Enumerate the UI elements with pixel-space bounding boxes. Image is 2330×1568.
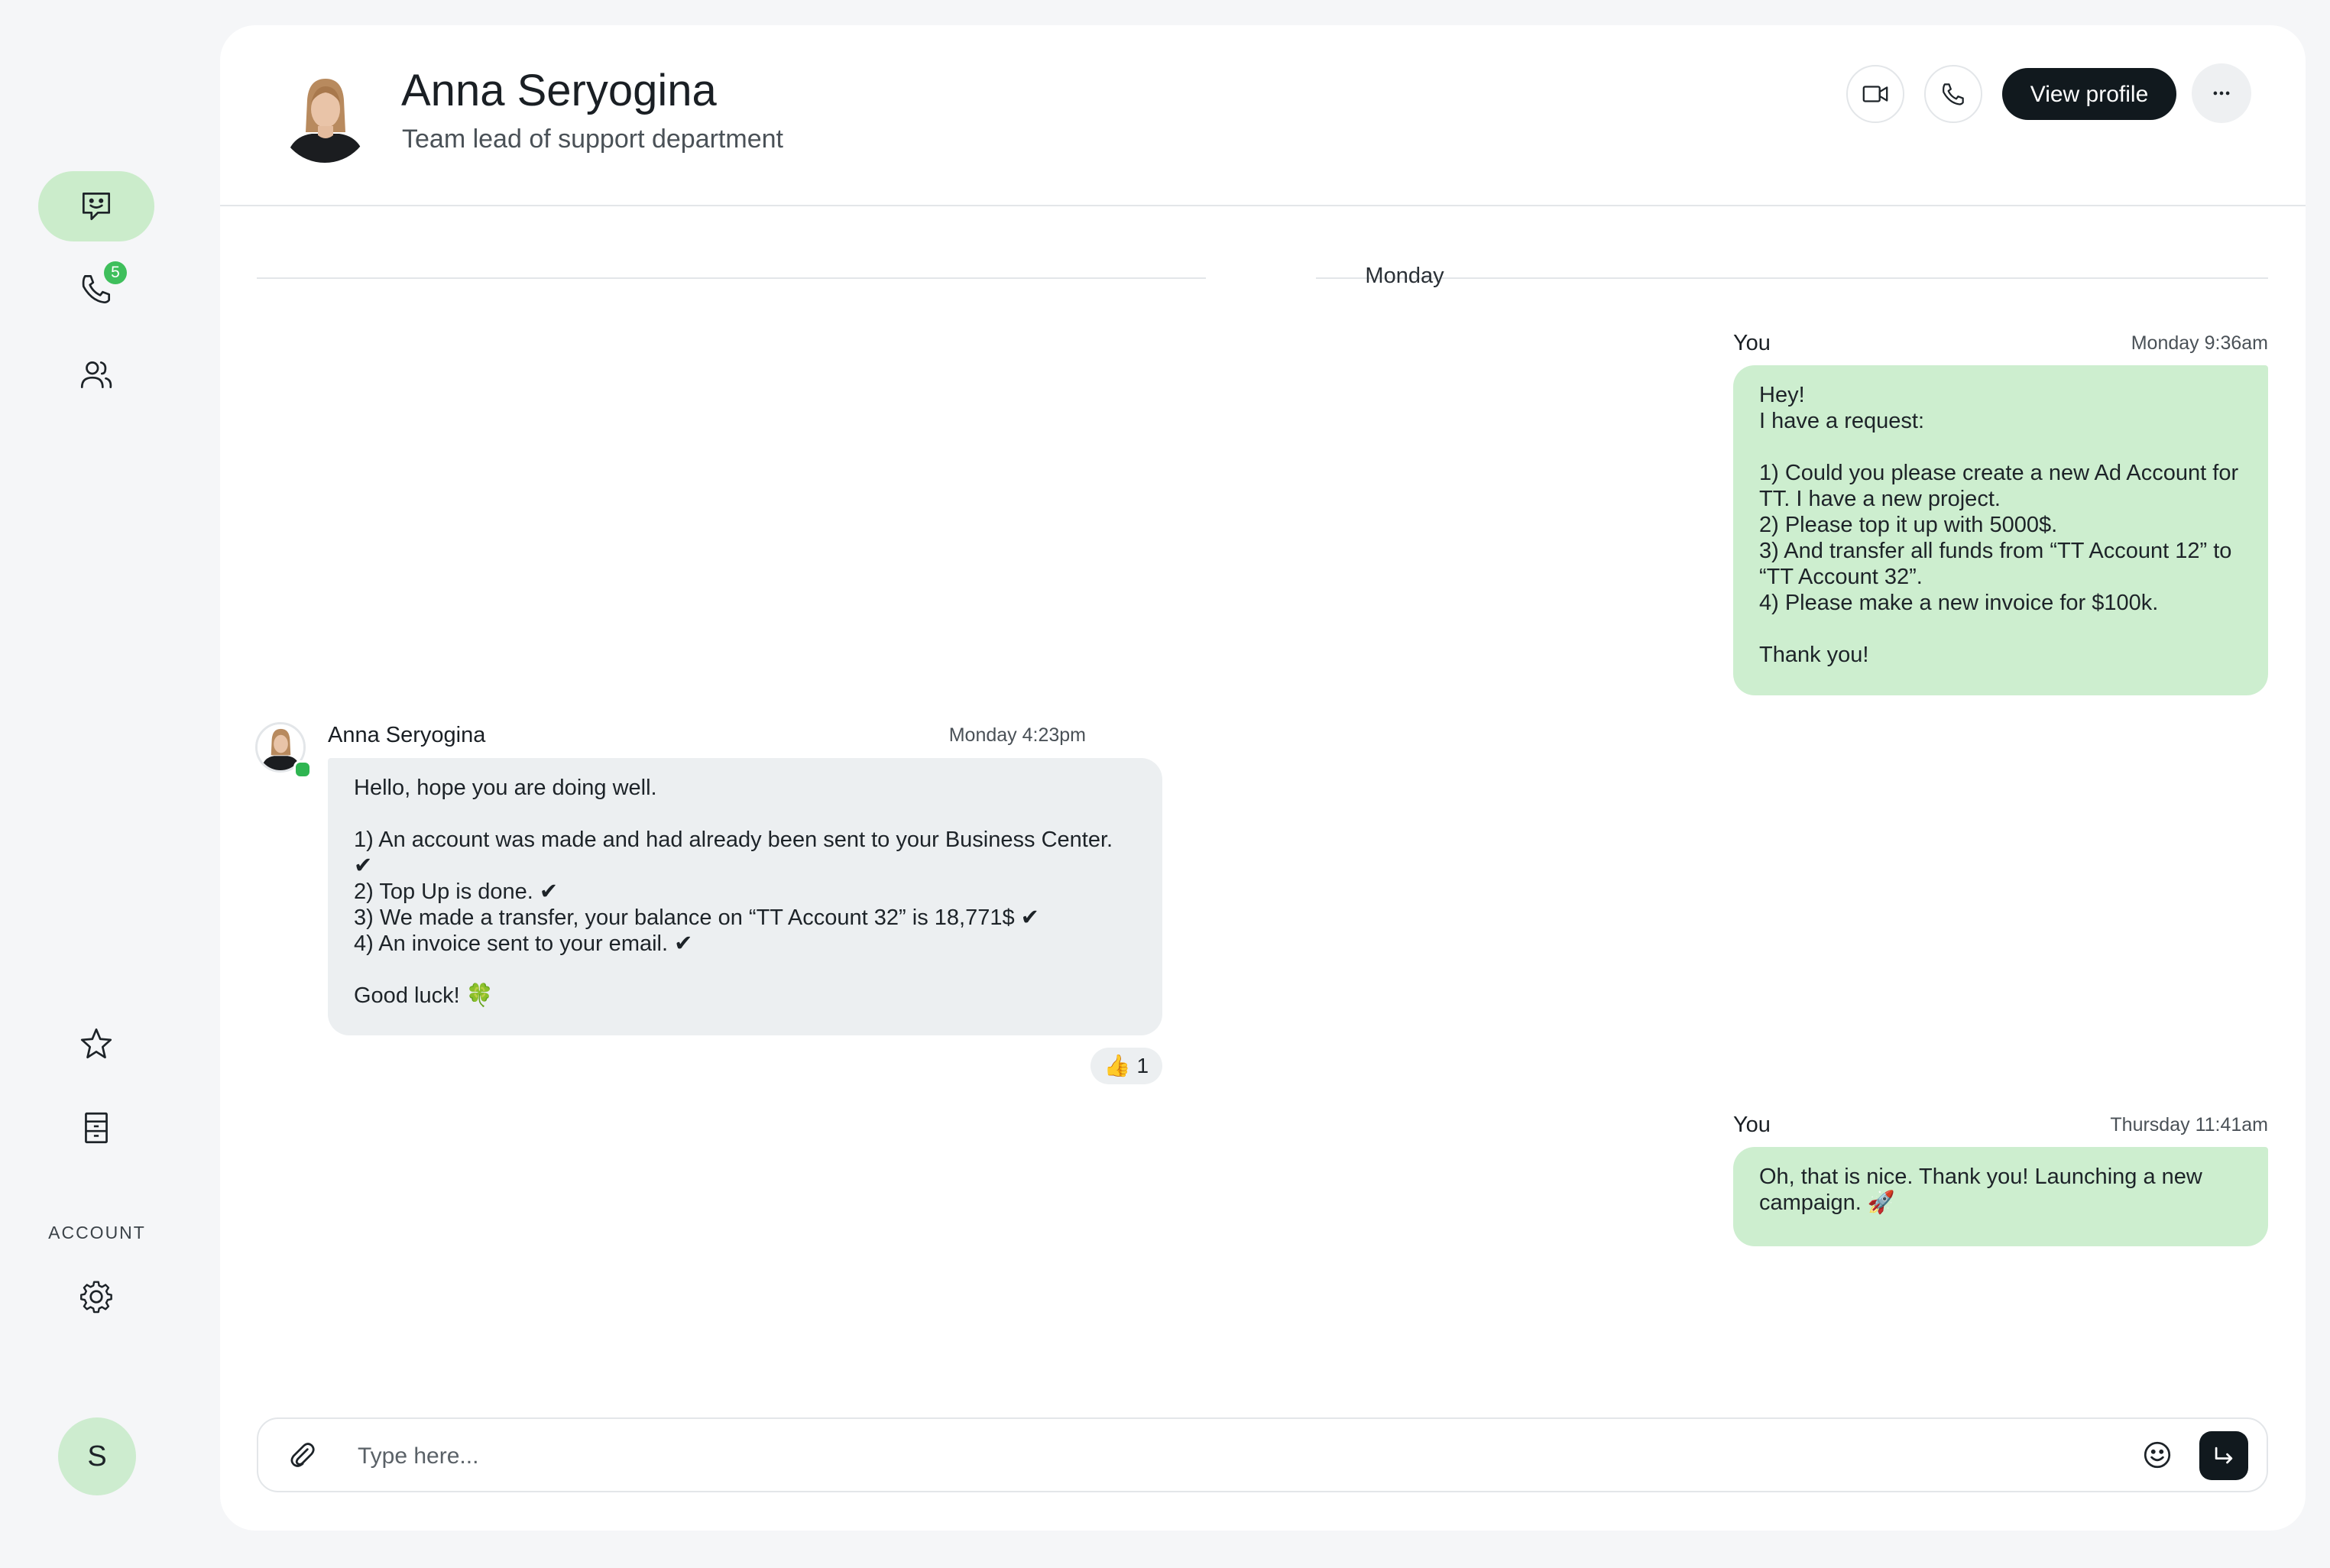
online-status-dot <box>293 760 312 779</box>
phone-icon <box>1943 83 1964 105</box>
send-arrow-icon <box>2215 1447 2233 1464</box>
nav-archive-button[interactable] <box>38 1093 154 1163</box>
contact-avatar[interactable] <box>278 70 371 163</box>
more-options-button[interactable] <box>2192 63 2251 123</box>
reaction-chip[interactable]: 👍 1 <box>1090 1048 1162 1084</box>
nav-favorites-button[interactable] <box>38 1009 154 1079</box>
contact-role: Team lead of support department <box>402 125 783 154</box>
nav-calls-button[interactable]: 5 <box>38 254 154 324</box>
emoji-icon[interactable] <box>2141 1439 2173 1471</box>
video-camera-icon <box>1862 86 1888 102</box>
archive-icon <box>85 1112 108 1144</box>
send-button[interactable] <box>2199 1431 2248 1480</box>
message-bubble-incoming[interactable]: Hello, hope you are doing well. 1) An ac… <box>328 758 1162 1035</box>
contact-name: Anna Seryogina <box>401 66 717 115</box>
message-timestamp: Thursday 11:41am <box>2110 1114 2268 1136</box>
nav-chats-button[interactable] <box>38 171 154 241</box>
video-call-button[interactable] <box>1846 65 1904 123</box>
chat-smile-icon <box>82 192 111 221</box>
day-separator-label: Monday <box>1365 264 1444 288</box>
account-section-label: ACCOUNT <box>48 1223 146 1242</box>
message-composer <box>257 1417 2268 1492</box>
day-divider-left <box>257 277 1206 279</box>
contact-photo <box>278 70 371 163</box>
user-avatar[interactable]: S <box>58 1417 136 1495</box>
voice-call-button[interactable] <box>1924 65 1982 123</box>
message-sender: You <box>1733 1113 1771 1137</box>
calls-count-badge: 5 <box>104 261 127 284</box>
users-icon <box>80 361 112 389</box>
nav-contacts-button[interactable] <box>38 339 154 410</box>
message-sender: Anna Seryogina <box>328 723 486 747</box>
message-sender: You <box>1733 331 1771 355</box>
chat-panel: Anna Seryogina Team lead of support depa… <box>220 25 2306 1531</box>
paperclip-icon[interactable] <box>286 1439 318 1471</box>
message-timestamp: Monday 4:23pm <box>948 724 1086 746</box>
more-horizontal-icon <box>2213 91 2230 96</box>
star-icon <box>80 1028 112 1059</box>
chat-header: Anna Seryogina Team lead of support depa… <box>220 25 2306 206</box>
message-timestamp: Monday 9:36am <box>2131 332 2268 354</box>
gear-icon <box>80 1281 112 1314</box>
message-bubble-outgoing[interactable]: Oh, that is nice. Thank you! Launching a… <box>1733 1147 2268 1246</box>
view-profile-button[interactable]: View profile <box>2002 68 2176 120</box>
sidebar: 5 ACCOUNT S <box>0 0 222 1568</box>
message-input[interactable] <box>356 1436 2040 1477</box>
message-bubble-outgoing[interactable]: Hey! I have a request: 1) Could you plea… <box>1733 365 2268 695</box>
nav-settings-button[interactable] <box>38 1262 154 1333</box>
